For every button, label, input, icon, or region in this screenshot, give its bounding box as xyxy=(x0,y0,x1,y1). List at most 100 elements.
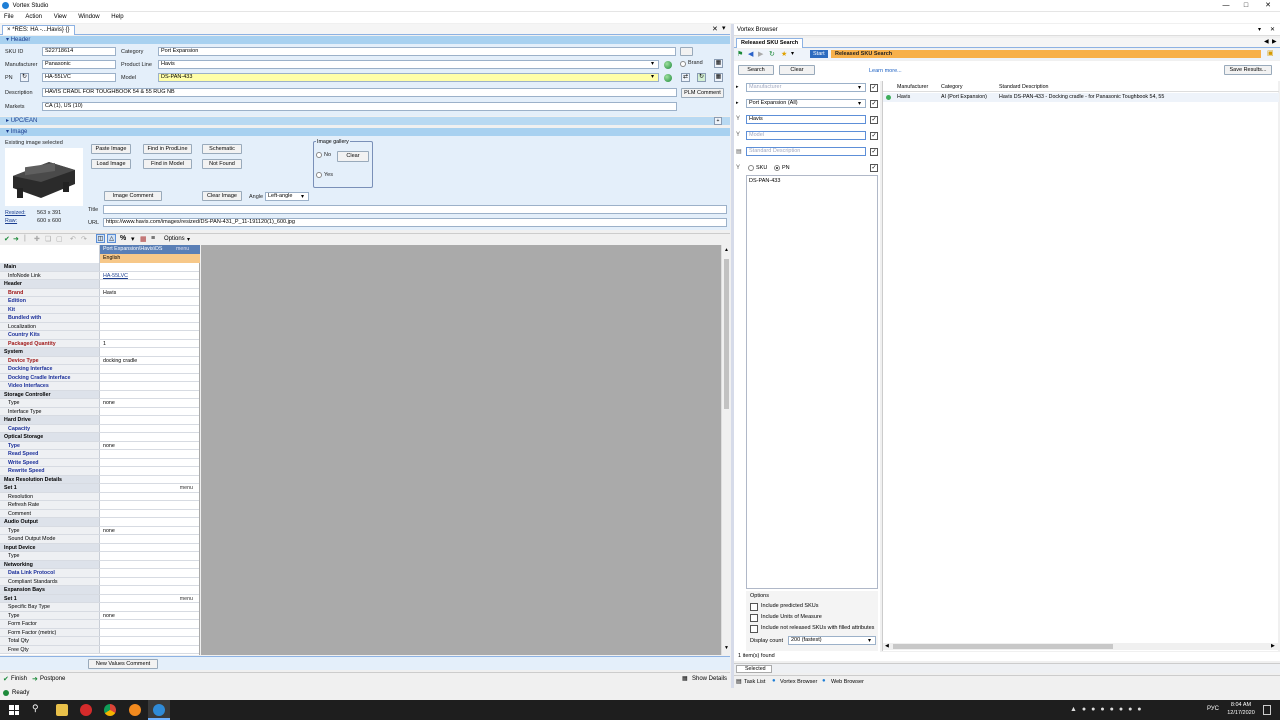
attribute-value[interactable]: 1 xyxy=(100,340,199,348)
load-image-button[interactable]: Load Image xyxy=(91,159,131,169)
gallery-clear-button[interactable]: Clear xyxy=(337,151,369,162)
dropdown-icon[interactable]: ▾ xyxy=(722,24,726,32)
attribute-value[interactable] xyxy=(100,382,199,390)
chevron-down-icon[interactable]: ▾ xyxy=(301,193,304,200)
grid-section-row[interactable]: Set 1 menu xyxy=(0,484,199,493)
back-icon[interactable]: ◀ xyxy=(748,50,753,58)
columns-icon[interactable]: ≡ xyxy=(151,235,155,242)
attribute-value[interactable] xyxy=(100,314,199,322)
attribute-value[interactable] xyxy=(100,390,199,398)
grid-section-row[interactable]: Networking xyxy=(0,560,199,569)
attribute-value[interactable]: menu xyxy=(100,594,199,602)
finish-button[interactable]: Finish xyxy=(11,676,27,682)
attribute-value[interactable] xyxy=(100,637,199,645)
file-explorer-icon[interactable] xyxy=(56,704,68,716)
grid-attribute-row[interactable]: Type xyxy=(0,552,199,561)
include-uom-checkbox[interactable] xyxy=(750,614,758,622)
attribute-value[interactable] xyxy=(100,543,199,551)
attribute-value[interactable] xyxy=(100,331,199,339)
clear-button[interactable]: Clear xyxy=(779,65,815,75)
attribute-value[interactable] xyxy=(100,416,199,424)
raw-link[interactable]: Raw: xyxy=(5,218,17,224)
chevron-down-icon[interactable]: ▾ xyxy=(651,60,654,67)
paste-icon[interactable]: ▢ xyxy=(56,235,63,243)
col-manufacturer[interactable]: Manufacturer xyxy=(897,83,928,92)
result-row[interactable]: Havis AI (Port Expansion) Havis DS-PAN-4… xyxy=(883,93,1279,102)
grid-attribute-row[interactable]: Refresh Rate xyxy=(0,501,199,510)
grid-section-row[interactable]: Set 1 menu xyxy=(0,594,199,603)
menu-help[interactable]: Help xyxy=(111,14,123,20)
chevron-down-icon[interactable]: ▾ xyxy=(858,100,861,107)
menu-action[interactable]: Action xyxy=(25,14,42,20)
col-category[interactable]: Category xyxy=(941,83,963,92)
attribute-value[interactable]: docking cradle xyxy=(100,357,199,365)
attribute-value[interactable] xyxy=(100,433,199,441)
attribute-value[interactable] xyxy=(100,620,199,628)
attribute-value[interactable] xyxy=(100,493,199,501)
globe-icon[interactable] xyxy=(664,74,672,82)
attribute-value[interactable] xyxy=(100,518,199,526)
chevron-down-icon[interactable]: ▾ xyxy=(791,50,794,57)
attribute-value[interactable] xyxy=(100,425,199,433)
breadcrumb-start[interactable]: Start xyxy=(810,50,828,58)
section-header[interactable]: ▾ Header xyxy=(0,36,730,44)
attribute-value[interactable] xyxy=(100,467,199,475)
clock-time[interactable]: 8:04 AM xyxy=(1226,702,1256,708)
save-results-button[interactable]: Save Results... xyxy=(1224,65,1272,75)
attribute-value[interactable]: none xyxy=(100,612,199,620)
scroll-thumb[interactable] xyxy=(893,644,1113,649)
grid-attribute-row[interactable]: Type none xyxy=(0,611,199,620)
postpone-button[interactable]: Postpone xyxy=(40,676,65,682)
grid-attribute-row[interactable]: Form Factor xyxy=(0,620,199,629)
percent-icon[interactable]: % xyxy=(120,235,126,242)
start-icon[interactable] xyxy=(9,705,19,715)
refresh-icon[interactable]: ↻ xyxy=(20,73,29,82)
language-indicator[interactable]: РУС xyxy=(1207,706,1219,712)
column-menu[interactable]: menu xyxy=(176,245,189,254)
attribute-value[interactable] xyxy=(100,323,199,331)
grid-attribute-row[interactable]: Interface Type xyxy=(0,407,199,416)
grid-section-row[interactable]: System xyxy=(0,348,199,357)
grid-attribute-row[interactable]: Sound Output Mode xyxy=(0,535,199,544)
options-menu[interactable]: Options xyxy=(164,236,185,242)
not-found-button[interactable]: Not Found xyxy=(202,159,242,169)
category-browse-button[interactable] xyxy=(680,47,693,56)
brand-radio[interactable] xyxy=(680,61,686,67)
new-values-comment-button[interactable]: New Values Comment xyxy=(88,659,158,669)
grid-attribute-row[interactable]: Country Kits xyxy=(0,331,199,340)
include-not-released-checkbox[interactable] xyxy=(750,625,758,633)
grid-attribute-row[interactable]: InfoNode Link HA-55LVC xyxy=(0,271,199,280)
postpone-icon[interactable]: ➜ xyxy=(32,675,38,683)
chevron-down-icon[interactable]: ▾ xyxy=(868,637,871,644)
scroll-left-icon[interactable]: ◀ xyxy=(885,643,889,649)
chevron-down-icon[interactable]: ▾ xyxy=(187,236,190,243)
table-icon[interactable]: ▦ xyxy=(140,235,147,243)
category-field[interactable]: Port Expansion xyxy=(158,47,676,56)
horizontal-scrollbar[interactable]: ◀ ▶ xyxy=(883,643,1279,650)
vertical-scrollbar[interactable]: ▲ ▼ xyxy=(721,245,730,655)
plm-comment-button[interactable]: PLM Comment xyxy=(681,88,724,98)
grid-section-row[interactable]: Header xyxy=(0,280,199,289)
refresh-icon[interactable]: ↻ xyxy=(769,50,775,58)
include-predicted-checkbox[interactable] xyxy=(750,603,758,611)
close-icon[interactable]: ✕ xyxy=(1270,24,1275,36)
grid-attribute-row[interactable]: Capacity xyxy=(0,424,199,433)
grid-attribute-row[interactable]: Type none xyxy=(0,441,199,450)
close-icon[interactable]: ✕ xyxy=(1258,0,1278,12)
filter-icon[interactable]: △ xyxy=(107,234,116,243)
grid-attribute-row[interactable]: Device Type docking cradle xyxy=(0,356,199,365)
forward-icon[interactable]: ▶ xyxy=(758,50,763,58)
attribute-value[interactable] xyxy=(100,560,199,568)
firefox-icon[interactable] xyxy=(129,704,141,716)
grid-attribute-row[interactable]: Free Qty xyxy=(0,645,199,654)
expand-icon[interactable]: ▸ xyxy=(6,118,9,124)
attribute-value[interactable]: Havis xyxy=(100,289,199,297)
attribute-value[interactable] xyxy=(100,586,199,594)
description-field[interactable]: HAVIS CRADL FOR TOUGHBOOK 54 & 55 RUG NB xyxy=(42,88,677,97)
grid-attribute-row[interactable]: Localization xyxy=(0,322,199,331)
attribute-value[interactable] xyxy=(100,374,199,382)
grid-column-header[interactable]: Port Expansion\Havis\DS menu xyxy=(100,245,200,254)
swap-icon[interactable]: ⇄ xyxy=(681,73,690,82)
tab-task-list[interactable]: Task List xyxy=(744,679,765,685)
add-row-icon[interactable]: ✚ xyxy=(34,235,40,243)
